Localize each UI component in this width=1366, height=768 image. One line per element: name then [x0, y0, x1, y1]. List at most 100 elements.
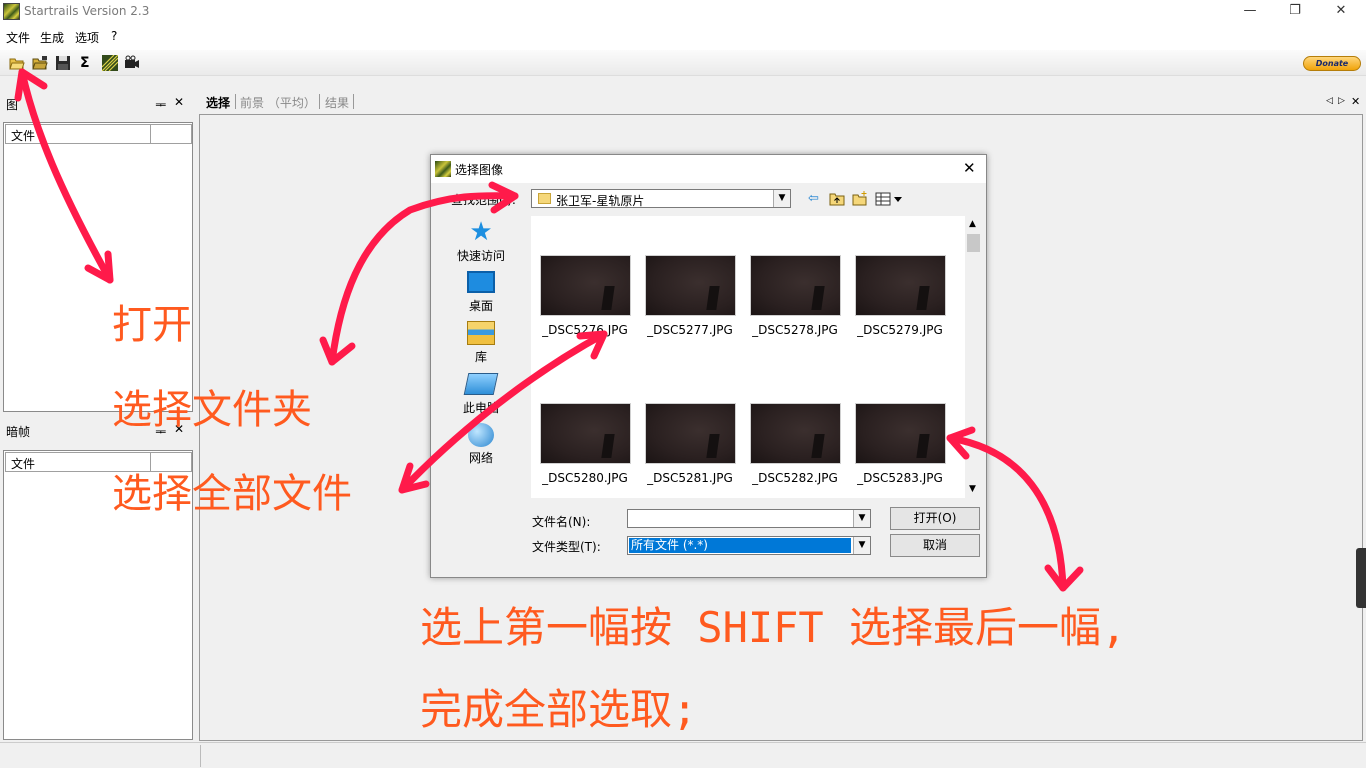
filename-label: 文件名(N): [532, 515, 591, 529]
images-column-file[interactable]: 文件 [5, 124, 151, 144]
tab-divider [353, 94, 354, 109]
annotation-instruction-line2: 完成全部选取; [420, 685, 698, 734]
file-list-scrollbar[interactable]: ▲ ▼ [965, 216, 982, 498]
open-darks-icon[interactable] [32, 55, 48, 71]
startrails-icon[interactable] [102, 55, 118, 71]
image-thumbnail [540, 255, 631, 316]
restore-button[interactable]: ❐ [1272, 0, 1318, 24]
place-label: 此电脑 [462, 401, 499, 415]
select-images-dialog: 选择图像 ✕ 查找范围(I): 张卫军-星轨原片 ▼ ⇦ ★ 快速访问 桌面 库… [430, 154, 987, 578]
dialog-close-button[interactable]: ✕ [963, 159, 976, 177]
filetype-label: 文件类型(T): [532, 540, 601, 554]
window-title: Startrails Version 2.3 [24, 4, 150, 18]
image-thumbnail [855, 255, 946, 316]
star-icon: ★ [469, 217, 493, 247]
images-panel-close-icon[interactable]: ✕ [174, 95, 184, 109]
app-icon [3, 3, 20, 20]
open-button[interactable]: 打开(O) [890, 507, 980, 530]
file-name: _DSC5278.JPG [752, 323, 838, 337]
image-thumbnail [645, 403, 736, 464]
menu-bar: 文件 生成 选项 ? [0, 24, 1366, 50]
filetype-value: 所有文件 (*.*) [629, 538, 851, 553]
scroll-thumb[interactable] [967, 234, 980, 252]
dialog-title-bar: 选择图像 ✕ [431, 155, 986, 183]
annotation-select-all: 选择全部文件 [112, 471, 352, 517]
lookin-folder-name: 张卫军-星轨原片 [556, 194, 645, 208]
cancel-button[interactable]: 取消 [890, 534, 980, 557]
file-name: _DSC5281.JPG [647, 471, 733, 485]
pin-icon[interactable]: ᆍ [155, 96, 166, 113]
tab-prev-icon[interactable]: ◁ [1326, 96, 1333, 106]
file-name: _DSC5282.JPG [752, 471, 838, 485]
dialog-app-icon [435, 161, 451, 177]
chevron-down-icon[interactable]: ▼ [773, 190, 790, 207]
image-thumbnail [750, 403, 841, 464]
scroll-down-icon[interactable]: ▼ [969, 484, 976, 494]
network-icon [468, 423, 494, 447]
title-bar: Startrails Version 2.3 — ❐ ✕ [0, 0, 1366, 24]
image-thumbnail [540, 403, 631, 464]
lookin-label: 查找范围(I): [451, 193, 516, 207]
filename-input[interactable]: ▼ [627, 509, 871, 528]
annotation-open: 打开 [112, 302, 192, 348]
images-panel-title: 图 [6, 98, 19, 112]
computer-icon [463, 373, 499, 395]
file-name: _DSC5276.JPG [542, 323, 628, 337]
donate-button[interactable]: Donate [1303, 56, 1361, 71]
images-column-extra[interactable] [150, 124, 192, 144]
menu-file[interactable]: 文件 [6, 29, 30, 46]
place-label: 网络 [468, 451, 493, 465]
place-desktop[interactable]: 桌面 [441, 271, 521, 314]
lookin-dropdown[interactable]: 张卫军-星轨原片 ▼ [531, 189, 791, 208]
file-name: _DSC5279.JPG [857, 323, 943, 337]
file-name: _DSC5280.JPG [542, 471, 628, 485]
minimize-button[interactable]: — [1227, 0, 1273, 24]
tab-next-icon[interactable]: ▷ [1338, 96, 1345, 106]
folder-icon [538, 193, 551, 204]
place-library[interactable]: 库 [441, 321, 521, 365]
file-name: _DSC5283.JPG [857, 471, 943, 485]
scroll-up-icon[interactable]: ▲ [969, 219, 976, 229]
tab-foreground[interactable]: 前景 （平均） [240, 94, 316, 111]
tab-close-icon[interactable]: ✕ [1351, 95, 1360, 108]
menu-generate[interactable]: 生成 [40, 29, 64, 46]
annotation-select-folder: 选择文件夹 [112, 387, 312, 433]
place-label: 快速访问 [456, 249, 505, 263]
chevron-down-icon[interactable]: ▼ [853, 537, 870, 554]
file-name: _DSC5277.JPG [647, 323, 733, 337]
image-thumbnail [855, 403, 946, 464]
save-icon[interactable] [55, 55, 71, 71]
view-menu-icon[interactable] [875, 192, 903, 206]
video-icon[interactable] [124, 55, 140, 71]
tab-select[interactable]: 选择 [206, 94, 230, 111]
place-quick-access[interactable]: ★ 快速访问 [441, 217, 521, 264]
filetype-select[interactable]: 所有文件 (*.*) ▼ [627, 536, 871, 555]
main-tabs: 选择 前景 （平均） 结果 ◁ ▷ ✕ [200, 91, 1366, 113]
edge-widget [1356, 548, 1366, 608]
chevron-down-icon[interactable]: ▼ [853, 510, 870, 527]
images-list[interactable]: 文件 [3, 122, 193, 412]
tab-result[interactable]: 结果 [325, 94, 349, 111]
menu-options[interactable]: 选项 [75, 29, 99, 46]
up-folder-icon[interactable] [829, 191, 845, 206]
desktop-icon [467, 271, 495, 293]
open-folder-icon[interactable] [9, 55, 25, 71]
new-folder-icon[interactable] [852, 191, 868, 206]
dialog-title: 选择图像 [455, 163, 504, 177]
place-this-pc[interactable]: 此电脑 [441, 373, 521, 416]
tab-divider [235, 94, 236, 109]
images-panel-header: 图 ᆍ ✕ [3, 94, 193, 114]
sum-icon[interactable]: Σ [80, 55, 96, 71]
status-bar [0, 742, 1366, 768]
back-icon[interactable]: ⇦ [808, 191, 819, 206]
place-label: 桌面 [468, 299, 493, 313]
close-window-button[interactable]: ✕ [1318, 0, 1364, 24]
image-thumbnail [645, 255, 736, 316]
annotation-instruction-line1: 选上第一幅按 SHIFT 选择最后一幅, [420, 603, 1127, 652]
places-bar: ★ 快速访问 桌面 库 此电脑 网络 [441, 217, 523, 477]
file-list[interactable]: _DSC5276.JPG _DSC5277.JPG _DSC5278.JPG _… [531, 216, 965, 498]
toolbar: Σ [0, 50, 1366, 76]
menu-help[interactable]: ? [111, 29, 117, 43]
darks-panel-title: 暗帧 [6, 425, 31, 439]
place-network[interactable]: 网络 [441, 423, 521, 466]
